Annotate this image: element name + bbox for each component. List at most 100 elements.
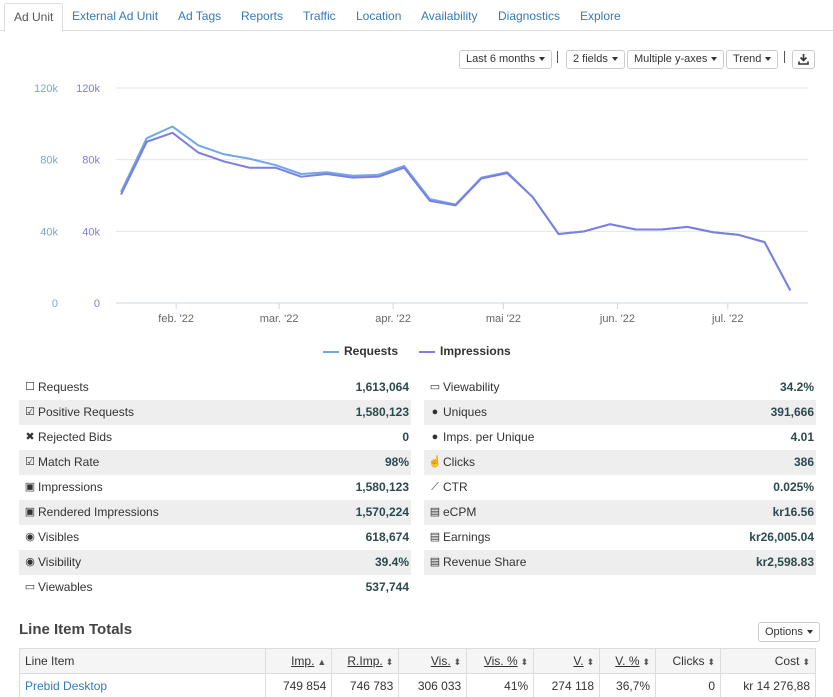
user-icon: ●	[431, 406, 439, 418]
tab-bar: Ad Unit External Ad Unit Ad Tags Reports…	[0, 0, 833, 32]
image-icon: ▣	[24, 506, 36, 518]
tab-location[interactable]: Location	[347, 3, 410, 31]
x-tick-label: mar. '22	[260, 313, 299, 325]
stat-label: Visibility	[38, 555, 82, 569]
stat-label: eCPM	[443, 505, 477, 519]
col-rimp[interactable]: R.Imp. ⬍	[331, 648, 400, 674]
col-v-pct[interactable]: V. % ⬍	[599, 648, 657, 674]
column-header: V. %	[615, 654, 640, 668]
col-cost[interactable]: Cost ⬍	[720, 648, 816, 674]
stat-row: ☑ Positive Requests 1,580,123	[19, 400, 411, 425]
stat-label: Viewables	[38, 580, 93, 594]
eye-icon: ◉	[25, 556, 35, 568]
table-cell: 0	[655, 673, 722, 697]
y-tick-label: 120k	[76, 83, 100, 95]
y-tick-label: 120k	[34, 83, 58, 95]
money-icon: ▤	[429, 506, 441, 518]
fields-dropdown[interactable]: 2 fields	[566, 50, 625, 69]
axes-dropdown[interactable]: Multiple y-axes	[627, 50, 725, 69]
stat-row: ☑ Match Rate 98%	[19, 450, 411, 475]
table-row: Prebid Desktop 749 854 746 783 306 033 4…	[18, 673, 816, 697]
money-icon: ▤	[429, 531, 441, 543]
download-icon	[798, 54, 809, 65]
stat-label: Imps. per Unique	[443, 430, 535, 444]
table-cell: 274 118	[533, 673, 601, 697]
money-icon: ▤	[429, 556, 441, 568]
axes-label: Multiple y-axes	[634, 53, 708, 65]
caret-down-icon	[806, 630, 813, 635]
legend-swatch	[419, 350, 435, 353]
line-item-table: Line Item Imp. ▲ R.Imp. ⬍ Vis. ⬍ Vis. % ⬍ V.…	[18, 648, 816, 697]
image-icon: ▣	[24, 481, 36, 493]
stat-row: ● Imps. per Unique 4.01	[424, 425, 816, 450]
tab-traffic[interactable]: Traffic	[294, 3, 345, 31]
col-vis-pct[interactable]: Vis. % ⬍	[466, 648, 535, 674]
stat-label: Uniques	[443, 405, 488, 419]
stat-row: ▤ Earnings kr26,005.04	[424, 525, 816, 550]
tab-ad-tags[interactable]: Ad Tags	[169, 3, 230, 31]
tab-availability[interactable]: Availability	[412, 3, 486, 31]
stat-value: 618,674	[365, 530, 409, 544]
sort-icon: ⬍	[707, 657, 716, 667]
monitor-icon: ▭	[429, 381, 441, 393]
col-v[interactable]: V. ⬍	[533, 648, 601, 674]
y-tick-label: 40k	[40, 226, 58, 238]
stat-value: 0.025%	[773, 480, 814, 494]
y-tick-label: 0	[52, 298, 58, 310]
tab-ad-unit[interactable]: Ad Unit	[4, 3, 64, 32]
table-header-row: Line Item Imp. ▲ R.Imp. ⬍ Vis. ⬍ Vis. % ⬍ V.…	[18, 648, 816, 674]
stat-value: 1,580,123	[355, 405, 409, 419]
download-button[interactable]	[792, 50, 815, 69]
col-clicks[interactable]: Clicks ⬍	[655, 648, 722, 674]
range-dropdown[interactable]: Last 6 months	[459, 50, 553, 69]
stat-label: Viewability	[443, 380, 500, 394]
y-tick-label: 80k	[82, 155, 100, 167]
legend-item-impressions[interactable]: Impressions	[419, 344, 511, 358]
table-cell: kr 14 276,88	[720, 673, 816, 697]
col-imp[interactable]: Imp. ▲	[265, 648, 333, 674]
stat-value: kr16.56	[772, 505, 814, 519]
stat-label: Rejected Bids	[38, 430, 113, 444]
series-line-requests[interactable]	[120, 125, 792, 291]
stat-row: ● Uniques 391,666	[424, 400, 816, 425]
y-tick-label: 0	[94, 298, 100, 310]
y-tick-label: 80k	[40, 155, 58, 167]
trend-dropdown[interactable]: Trend	[726, 50, 779, 69]
stat-row: ▣ Rendered Impressions 1,570,224	[19, 500, 411, 525]
stat-value: 391,666	[770, 405, 814, 419]
stat-label: Positive Requests	[38, 405, 135, 419]
legend-item-requests[interactable]: Requests	[323, 344, 398, 358]
trend-label: Trend	[733, 53, 762, 65]
x-mark-icon: ✖	[25, 431, 35, 443]
legend-label: Requests	[344, 344, 399, 358]
line-item-link[interactable]: Prebid Desktop	[18, 673, 267, 697]
sort-icon: ⬍	[586, 657, 595, 667]
tab-diagnostics[interactable]: Diagnostics	[489, 3, 569, 31]
stat-value: 0	[402, 430, 409, 444]
stats-table-right: ▭ Viewability 34.2% ● Uniques 391,666 ● Imps. p…	[424, 375, 816, 575]
col-vis[interactable]: Vis. ⬍	[398, 648, 468, 674]
caret-down-icon	[765, 57, 772, 62]
tab-reports[interactable]: Reports	[232, 3, 292, 31]
stat-value: 98%	[384, 455, 409, 469]
stat-row: ◉ Visibility 39.4%	[19, 550, 411, 575]
stat-label: Earnings	[443, 530, 491, 544]
eye-icon: ◉	[25, 531, 35, 543]
stat-label: Visibles	[38, 530, 80, 544]
column-header: Imp.	[291, 654, 315, 668]
y-tick-label: 40k	[82, 226, 100, 238]
user-icon: ●	[431, 431, 439, 443]
stat-row: ⟋ CTR 0.025%	[424, 475, 816, 500]
stat-row: ☐ Requests 1,613,064	[19, 375, 411, 400]
options-button[interactable]: Options	[758, 622, 820, 642]
tab-external-ad-unit[interactable]: External Ad Unit	[63, 3, 167, 31]
monitor-icon: ▭	[24, 581, 36, 593]
tab-explore[interactable]: Explore	[571, 3, 630, 31]
x-tick-label: jul. '22	[711, 313, 743, 325]
col-line-item[interactable]: Line Item	[18, 648, 267, 674]
stat-label: Impressions	[38, 480, 103, 494]
stat-value: kr2,598.83	[755, 555, 814, 569]
stat-label: Rendered Impressions	[38, 505, 159, 519]
stat-row: ▤ eCPM kr16.56	[424, 500, 816, 525]
series-line-impressions[interactable]	[120, 131, 792, 291]
